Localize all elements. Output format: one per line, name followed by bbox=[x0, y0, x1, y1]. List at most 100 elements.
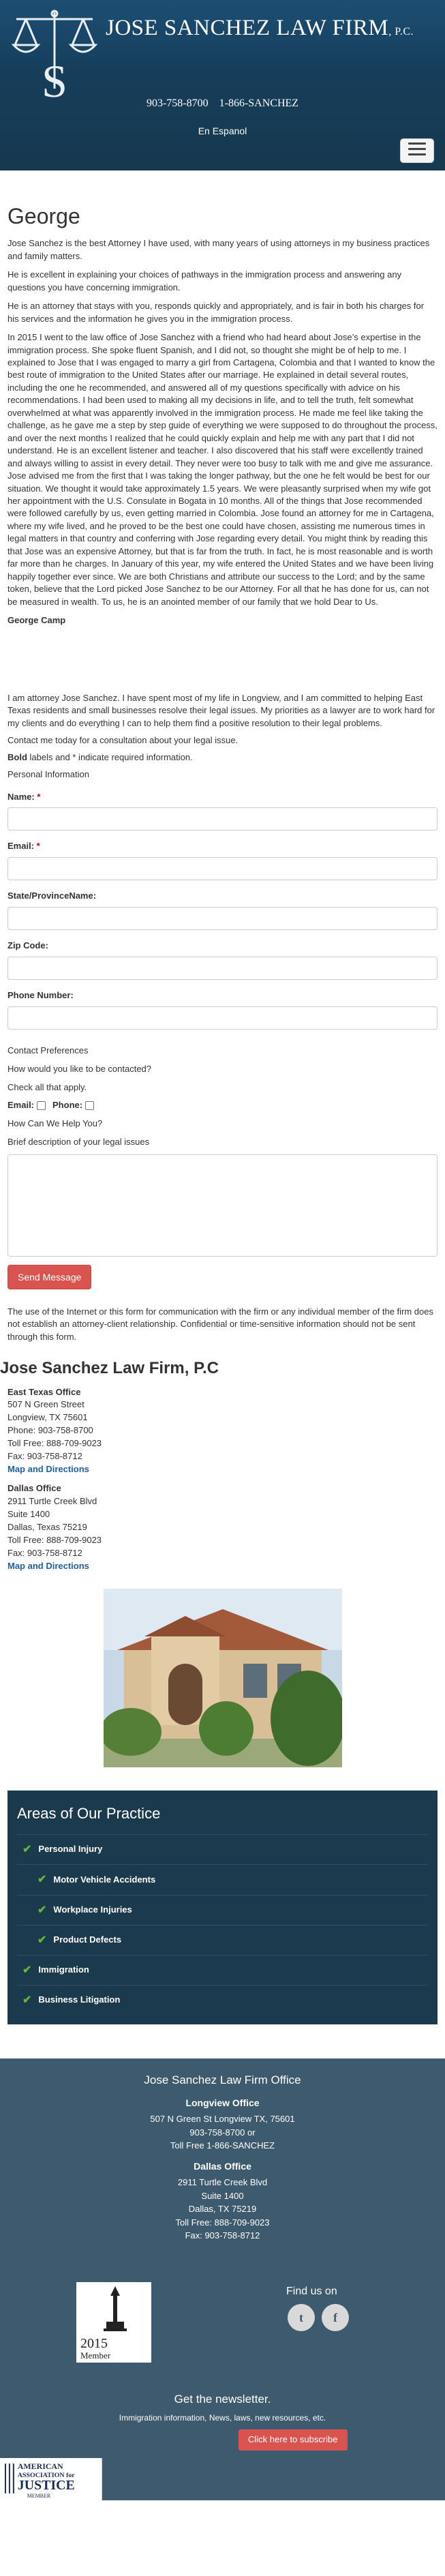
map-directions-link[interactable]: Map and Directions bbox=[7, 1561, 89, 1571]
office-toll-free[interactable]: Toll Free: 888-709-9023 bbox=[7, 1437, 438, 1450]
office-toll-free[interactable]: Toll Free: 888-709-9023 bbox=[7, 1534, 438, 1547]
office-city: Dallas, Texas 75219 bbox=[7, 1521, 87, 1532]
practice-areas-title: Areas of Our Practice bbox=[17, 1805, 161, 1823]
spanish-link[interactable]: En Espanol bbox=[0, 124, 445, 138]
email-checkbox[interactable] bbox=[37, 1101, 46, 1111]
member-badge-2015: 2015 Member bbox=[76, 2282, 151, 2363]
phone-field[interactable] bbox=[7, 1006, 438, 1030]
hamburger-menu-icon bbox=[408, 143, 426, 145]
testimonial-section: George Jose Sanchez is the best Attorney… bbox=[0, 200, 445, 627]
check-icon: ✔ bbox=[37, 1874, 47, 1886]
aafj-member-logo: AMERICAN ASSOCIATION for JUSTICE MEMBER bbox=[0, 2458, 102, 2501]
zip-field[interactable] bbox=[7, 956, 438, 980]
check-icon: ✔ bbox=[22, 1844, 32, 1856]
practice-item-motor-vehicle[interactable]: ✔ Motor Vehicle Accidents bbox=[17, 1864, 428, 1894]
svg-text:S: S bbox=[42, 55, 67, 99]
name-label: Name: * bbox=[7, 791, 41, 802]
phone-label: Phone Number: bbox=[7, 989, 74, 1000]
dallas-office: Dallas Office 2911 Turtle Creek Blvd Sui… bbox=[0, 1482, 445, 1572]
svg-text:2015: 2015 bbox=[80, 2336, 108, 2351]
testimonial-paragraph: He is excellent in explaining your choic… bbox=[7, 269, 402, 293]
state-label: State/ProvinceName: bbox=[7, 890, 97, 901]
office-suite: Suite 1400 bbox=[7, 1509, 50, 1520]
description-textarea[interactable] bbox=[7, 1154, 438, 1257]
practice-item-business-litigation[interactable]: ✔ Business Litigation bbox=[17, 1985, 428, 2015]
attorney-intro: I am attorney Jose Sanchez. I have spent… bbox=[7, 692, 435, 729]
practice-item-personal-injury[interactable]: ✔ Personal Injury bbox=[17, 1834, 428, 1864]
tollfree-link[interactable]: 1-866-SANCHEZ bbox=[219, 98, 298, 109]
testimonial-paragraph: He is an attorney that stays with you, r… bbox=[7, 301, 425, 324]
svg-text:JUSTICE: JUSTICE bbox=[18, 2478, 75, 2493]
dallas-toll-free[interactable]: Toll Free: 888-709-9023 bbox=[0, 2216, 445, 2230]
office-name: East Texas Office bbox=[7, 1386, 81, 1397]
office-fax: Fax: 903-758-8712 bbox=[7, 1450, 82, 1461]
testimonial-paragraph: In 2015 I went to the law office of Jose… bbox=[7, 332, 438, 607]
name-field[interactable] bbox=[7, 807, 438, 831]
preferences-question: How would you like to be contacted? bbox=[7, 1063, 152, 1074]
state-field[interactable] bbox=[7, 907, 438, 931]
required-note: Bold labels and * indicate required info… bbox=[7, 751, 193, 762]
newsletter-subtitle: Immigration information, News, laws, new… bbox=[119, 2413, 326, 2423]
dallas-suite: Suite 1400 bbox=[201, 2190, 244, 2201]
help-question: How Can We Help You? bbox=[7, 1118, 103, 1129]
brief-label: Brief description of your legal issues bbox=[7, 1137, 150, 1148]
hamburger-menu-icon bbox=[408, 148, 426, 150]
newsletter: Get the newsletter. Immigration informat… bbox=[0, 2391, 445, 2424]
hamburger-menu-icon bbox=[408, 153, 426, 155]
office-street: 2911 Turtle Creek Blvd bbox=[7, 1496, 97, 1507]
check-icon: ✔ bbox=[22, 1964, 32, 1976]
page-title: George bbox=[7, 204, 80, 228]
longview-toll-free[interactable]: Toll Free 1-866-SANCHEZ bbox=[0, 2139, 445, 2153]
email-option-label: Email: bbox=[7, 1100, 35, 1111]
contact-method-options: Email: Phone: bbox=[7, 1099, 438, 1112]
office-street: 507 N Green Street bbox=[7, 1399, 85, 1410]
practice-item-immigration[interactable]: ✔ Immigration bbox=[17, 1954, 428, 1985]
svg-text:MEMBER: MEMBER bbox=[27, 2493, 51, 2499]
practice-item-workplace-injuries[interactable]: ✔ Workplace Injuries bbox=[17, 1894, 428, 1925]
hamburger-menu-button[interactable] bbox=[400, 138, 434, 163]
office-building-photo bbox=[103, 1589, 342, 1768]
dallas-street: 2911 Turtle Creek Blvd bbox=[177, 2177, 268, 2188]
send-message-button[interactable]: Send Message bbox=[7, 1264, 92, 1290]
dallas-fax: Fax: 903-758-8712 bbox=[185, 2230, 260, 2241]
testimonial-paragraph: Jose Sanchez is the best Attorney I have… bbox=[7, 238, 430, 261]
east-texas-office: East Texas Office 507 N Green Street Lon… bbox=[0, 1386, 445, 1476]
subscribe-button[interactable]: Click here to subscribe bbox=[239, 2429, 348, 2451]
phone-option-label: Phone: bbox=[52, 1100, 83, 1111]
email-field[interactable] bbox=[7, 857, 438, 881]
check-icon: ✔ bbox=[22, 1994, 32, 2007]
office-name: Dallas Office bbox=[7, 1483, 61, 1494]
office-fax: Fax: 903-758-8712 bbox=[7, 1547, 82, 1558]
contact-form: I am attorney Jose Sanchez. I have spent… bbox=[0, 692, 445, 1343]
firm-name[interactable]: JOSE SANCHEZ LAW FIRM, P.C. bbox=[106, 12, 414, 45]
site-footer: Jose Sanchez Law Firm Office Longview Of… bbox=[0, 2058, 445, 2501]
social-links: t f bbox=[288, 2304, 349, 2332]
email-label: Email: * bbox=[7, 841, 40, 852]
form-disclaimer: The use of the Internet or this form for… bbox=[7, 1306, 433, 1342]
practice-areas: Areas of Our Practice ✔ Personal Injury ✔… bbox=[7, 1791, 438, 2025]
office-phone[interactable]: Phone: 903-758-8700 bbox=[7, 1424, 438, 1437]
longview-address: 507 N Green St Longview TX, 75601 bbox=[150, 2114, 295, 2125]
find-us-label: Find us on bbox=[286, 2286, 337, 2298]
offices-firm-title: Jose Sanchez Law Firm, P.C bbox=[0, 1358, 219, 1377]
check-all-note: Check all that apply. bbox=[7, 1081, 87, 1092]
map-directions-link[interactable]: Map and Directions bbox=[7, 1464, 89, 1474]
practice-item-product-defects[interactable]: ✔ Product Defects bbox=[17, 1924, 428, 1955]
svg-text:AMERICAN: AMERICAN bbox=[18, 2461, 63, 2471]
twitter-icon[interactable]: t bbox=[288, 2304, 315, 2332]
longview-heading: Longview Office bbox=[185, 2097, 260, 2108]
consultation-cta: Contact me today for a consultation abou… bbox=[7, 735, 239, 746]
offices-section: Jose Sanchez Law Firm, P.C East Texas Of… bbox=[0, 1357, 445, 1573]
phone-checkbox[interactable] bbox=[85, 1101, 95, 1111]
longview-phone[interactable]: 903-758-8700 or bbox=[0, 2126, 445, 2140]
check-icon: ✔ bbox=[37, 1904, 47, 1916]
phone-link[interactable]: 903-758-8700 bbox=[147, 98, 209, 109]
footer-title: Jose Sanchez Law Firm Office bbox=[144, 2073, 301, 2087]
header-phones: 903-758-8700 1-866-SANCHEZ bbox=[0, 95, 445, 111]
facebook-icon[interactable]: f bbox=[322, 2304, 349, 2332]
dallas-city: Dallas, TX 75219 bbox=[188, 2204, 257, 2215]
office-city: Longview, TX 75601 bbox=[7, 1412, 88, 1423]
scales-of-justice-logo[interactable]: S bbox=[7, 7, 102, 99]
zip-label: Zip Code: bbox=[7, 940, 48, 951]
dallas-heading: Dallas Office bbox=[194, 2160, 251, 2172]
